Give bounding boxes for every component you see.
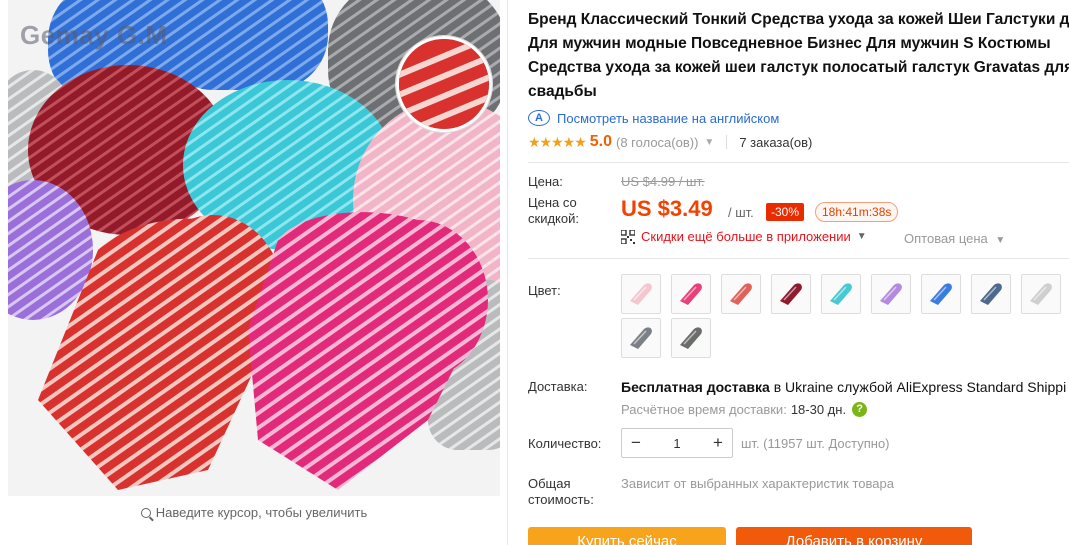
color-swatch-dark-grey[interactable] xyxy=(671,318,711,358)
zoom-hint-text: Наведите курсор, чтобы увеличить xyxy=(155,505,368,520)
product-title: Бренд Классический Тонкий Средства ухода… xyxy=(528,8,1069,104)
price-unit: / шт. xyxy=(728,205,754,220)
total-label-line: Общая xyxy=(528,476,571,491)
color-label: Цвет: xyxy=(528,283,561,298)
discount-price-label: Цена со скидкой: xyxy=(528,195,579,227)
quantity-label: Количество: xyxy=(528,436,602,451)
sale-timer: 18h:41m:38s xyxy=(815,202,899,222)
stripe-detail-thumbnail xyxy=(396,36,492,132)
title-line: свадьбы xyxy=(528,83,597,100)
chevron-down-icon[interactable]: ▼ xyxy=(995,235,1005,246)
app-discount-text[interactable]: Скидки ещё больше в приложении xyxy=(641,229,851,244)
total-label-line: стоимость: xyxy=(528,492,594,507)
decrement-button[interactable]: − xyxy=(622,429,650,457)
rating-stars-icon: ★★★★★ xyxy=(528,133,587,150)
old-price: US $4.99 / шт. xyxy=(621,174,705,189)
quantity-input[interactable]: 1 xyxy=(650,436,704,451)
product-main-image[interactable]: Gemay G.M xyxy=(8,0,500,496)
eta-label: Расчётное время доставки: xyxy=(621,402,787,417)
color-swatch-turquoise[interactable] xyxy=(821,274,861,314)
color-swatch-light-pink[interactable] xyxy=(621,274,661,314)
discount-price-label-line: скидкой: xyxy=(528,211,579,226)
add-to-cart-button[interactable]: Добавить в корзину xyxy=(736,527,972,545)
translate-link-text[interactable]: Посмотреть название на английском xyxy=(557,111,779,126)
color-swatch-silver[interactable] xyxy=(1021,274,1061,314)
color-swatch-lavender[interactable] xyxy=(871,274,911,314)
rating-value: 5.0 xyxy=(589,133,613,150)
chevron-down-icon[interactable]: ▼ xyxy=(704,137,714,148)
divider xyxy=(528,258,1069,259)
shipping-destination[interactable]: в Ukraine службой AliExpress Standard Sh… xyxy=(774,379,1066,395)
zoom-hint: Наведите курсор, чтобы увеличить xyxy=(0,505,508,520)
rating-row: ★★★★★ 5.0 (8 голоса(ов)) ▼ 7 заказа(ов) xyxy=(528,132,1069,152)
total-note: Зависит от выбранных характеристик товар… xyxy=(621,476,894,491)
shipping-label: Доставка: xyxy=(528,379,588,394)
brand-watermark: Gemay G.M xyxy=(20,20,168,50)
color-swatch-steel-blue[interactable] xyxy=(971,274,1011,314)
wholesale-label[interactable]: Оптовая цена xyxy=(904,231,988,246)
discount-badge: -30% xyxy=(766,203,805,221)
rating-votes[interactable]: (8 голоса(ов)) xyxy=(616,135,698,150)
help-icon[interactable]: ? xyxy=(852,402,868,417)
color-swatch-hot-pink[interactable] xyxy=(671,274,711,314)
orders-count: 7 заказа(ов) xyxy=(739,134,813,150)
chevron-down-icon[interactable]: ▼ xyxy=(857,231,867,242)
divider xyxy=(528,162,1069,163)
magnifier-icon xyxy=(140,508,151,518)
color-swatch-blue[interactable] xyxy=(921,274,961,314)
wholesale-price-dropdown[interactable]: Оптовая цена ▼ xyxy=(904,231,1005,246)
shipping-eta: Расчётное время доставки: 18-30 дн. ? xyxy=(621,402,868,417)
title-line: Для мужчин модные Повседневное Бизнес Дл… xyxy=(528,35,1051,52)
eta-days: 18-30 дн. xyxy=(790,402,847,417)
color-swatch-coral[interactable] xyxy=(721,274,761,314)
price-label: Цена: xyxy=(528,174,563,189)
free-shipping: Бесплатная доставка xyxy=(621,379,770,395)
app-discount-link[interactable]: Скидки ещё больше в приложении ▼ xyxy=(620,228,867,245)
shipping-method[interactable]: Бесплатная доставка в Ukraine службой Al… xyxy=(621,379,1066,395)
product-info: Бренд Классический Тонкий Средства ухода… xyxy=(528,0,1069,545)
title-line: Бренд Классический Тонкий Средства ухода… xyxy=(528,11,1069,28)
increment-button[interactable]: + xyxy=(704,429,732,457)
quantity-available: шт. (11957 шт. Доступно) xyxy=(741,436,890,451)
translate-title-link[interactable]: A Посмотреть название на английском xyxy=(528,108,1069,128)
color-swatch-grey[interactable] xyxy=(621,318,661,358)
current-price: US $3.49 xyxy=(621,196,713,221)
product-gallery: Gemay G.M Наведите курсор, чтобы увеличи… xyxy=(0,0,508,545)
divider xyxy=(726,135,728,149)
title-line: Средства ухода за кожей шеи галстук поло… xyxy=(528,59,1069,76)
total-label: Общая стоимость: xyxy=(528,476,594,508)
translate-icon: A xyxy=(528,110,550,126)
qr-code-icon xyxy=(620,228,636,245)
color-swatch-wine[interactable] xyxy=(771,274,811,314)
discount-price-label-line: Цена со xyxy=(528,195,577,210)
buy-now-button[interactable]: Купить сейчас xyxy=(528,527,726,545)
quantity-stepper: − 1 + xyxy=(621,428,733,458)
